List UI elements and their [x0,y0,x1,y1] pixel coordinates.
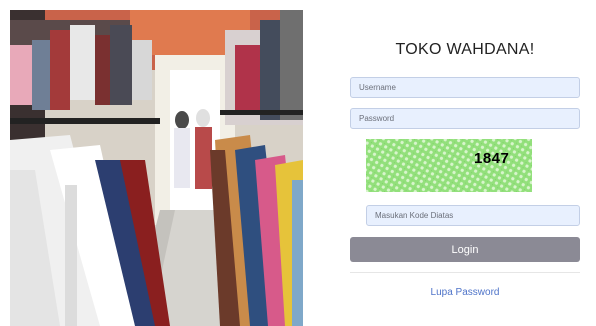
divider [350,272,580,273]
password-input[interactable] [350,108,580,129]
login-button[interactable]: Login [350,237,580,262]
store-photo [10,10,303,326]
captcha-image: 1847 [366,139,532,192]
store-title: TOKO WAHDANA! [395,41,535,58]
username-input[interactable] [350,77,580,98]
captcha-input[interactable] [366,205,580,226]
login-form: TOKO WAHDANA! 1847 Login Lupa Password [350,0,580,326]
clothing-store-image [10,10,303,326]
forgot-password-link[interactable]: Lupa Password [350,287,580,298]
captcha-code: 1847 [474,150,510,167]
